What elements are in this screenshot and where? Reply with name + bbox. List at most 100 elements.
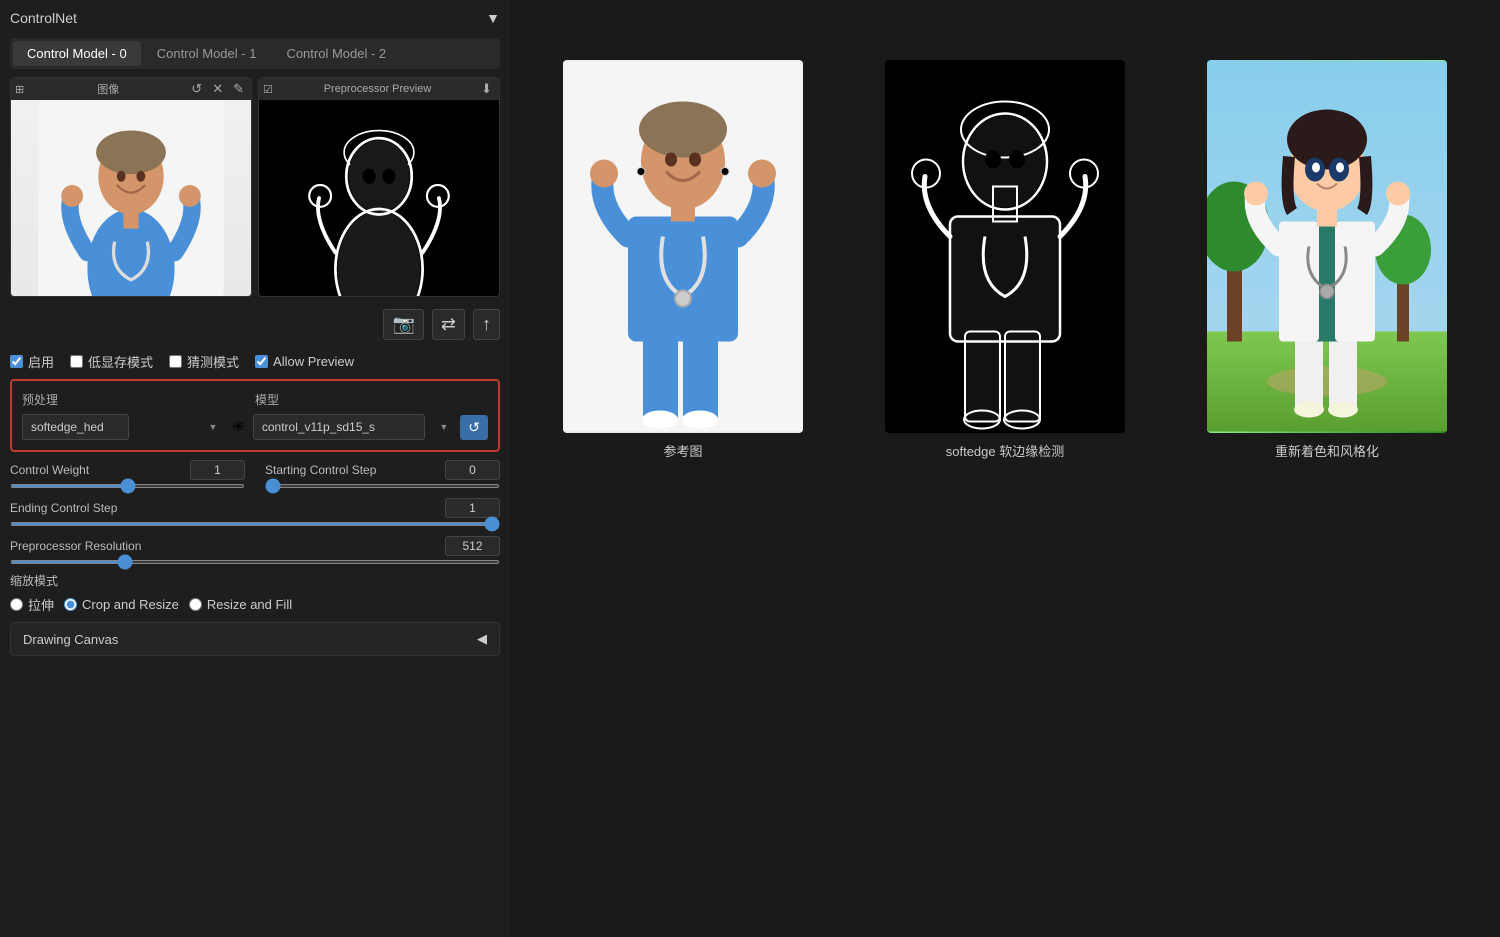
resolution-row: Preprocessor Resolution 512 — [10, 536, 500, 564]
scale-fill-label: Resize and Fill — [207, 597, 292, 612]
edge-svg — [259, 100, 499, 297]
starting-step-label: Starting Control Step — [265, 463, 376, 477]
image-row: ⊞ 图像 ↺ ✕ ✎ — [10, 77, 500, 297]
nurse-svg — [11, 100, 251, 297]
camera-btn[interactable]: 📷 — [383, 309, 423, 340]
result-reference-image — [563, 60, 803, 433]
allow-preview-checkbox[interactable] — [255, 355, 268, 368]
collapse-icon[interactable]: ▼ — [486, 10, 500, 26]
panel-header: ControlNet ▼ — [10, 10, 500, 26]
result-reference-svg — [563, 60, 803, 433]
source-image-header: ⊞ 图像 ↺ ✕ ✎ — [11, 78, 251, 100]
source-image-label: 图像 — [97, 81, 119, 97]
starting-step-item: Starting Control Step 0 — [265, 460, 500, 488]
result-reference-container: 参考图 — [530, 60, 836, 460]
preview-image-header: ☑ Preprocessor Preview ⬇ — [259, 78, 499, 100]
weight-start-pair: Control Weight 1 Starting Control Step 0 — [10, 460, 500, 488]
starting-step-slider[interactable] — [265, 484, 500, 488]
result-reference-caption: 参考图 — [663, 441, 702, 460]
scale-mode-label: 缩放模式 — [10, 572, 500, 589]
scale-fill-item[interactable]: Resize and Fill — [189, 597, 292, 612]
result-edge-image — [885, 60, 1125, 433]
control-weight-slider[interactable] — [10, 484, 245, 488]
scale-stretch-radio[interactable] — [10, 598, 23, 611]
ending-step-slider[interactable] — [10, 522, 500, 526]
preview-image-controls: ⬇ — [478, 80, 495, 98]
result-styled-svg — [1207, 60, 1447, 433]
result-images: 参考图 — [530, 60, 1480, 460]
result-styled-container: 重新着色和风格化 — [1174, 60, 1480, 460]
source-refresh-btn[interactable]: ↺ — [188, 80, 205, 98]
result-edge-container: softedge 软边缘检测 — [852, 60, 1158, 460]
resolution-label: Preprocessor Resolution — [10, 539, 141, 553]
model-select[interactable]: control_v11p_sd15_s control_v11p_sd15_so… — [253, 414, 425, 440]
model-section-label: 模型 — [255, 391, 488, 408]
resolution-slider[interactable] — [10, 560, 500, 564]
source-image-box: ⊞ 图像 ↺ ✕ ✎ — [10, 77, 252, 297]
drawing-canvas-section[interactable]: Drawing Canvas ◀ — [10, 622, 500, 656]
tab-model-2[interactable]: Control Model - 2 — [272, 41, 400, 66]
resolution-header: Preprocessor Resolution 512 — [10, 536, 500, 556]
drawing-canvas-arrow: ◀ — [477, 631, 487, 647]
enable-checkbox[interactable] — [10, 355, 23, 368]
tab-model-1[interactable]: Control Model - 1 — [143, 41, 271, 66]
enable-checkbox-item[interactable]: 启用 — [10, 352, 54, 371]
preview-image-box: ☑ Preprocessor Preview ⬇ — [258, 77, 500, 297]
low-vram-checkbox-item[interactable]: 低显存模式 — [70, 352, 153, 371]
sliders-section: Control Weight 1 Starting Control Step 0… — [10, 460, 500, 564]
ending-step-label: Ending Control Step — [10, 501, 117, 515]
fire-btn[interactable]: ✳ — [229, 415, 246, 439]
drawing-canvas-label: Drawing Canvas — [23, 632, 118, 647]
action-row: 📷 ⇄ ↑ — [10, 305, 500, 344]
preview-image-label: Preprocessor Preview — [324, 83, 432, 95]
enable-label: 启用 — [28, 352, 54, 371]
scale-fill-radio[interactable] — [189, 598, 202, 611]
preprocessor-section-label: 预处理 — [22, 391, 255, 408]
model-refresh-btn[interactable]: ↺ — [460, 415, 488, 440]
source-close-btn[interactable]: ✕ — [209, 80, 226, 98]
control-weight-label: Control Weight — [10, 463, 89, 477]
preprocessor-model-section: 预处理 模型 softedge_hed softedge_pidinet non… — [10, 379, 500, 452]
left-panel: ControlNet ▼ Control Model - 0 Control M… — [0, 0, 510, 937]
source-image-icon: ⊞ — [15, 83, 24, 96]
upload-btn[interactable]: ↑ — [473, 309, 500, 340]
scale-crop-item[interactable]: Crop and Resize — [64, 597, 179, 612]
tab-bar: Control Model - 0 Control Model - 1 Cont… — [10, 38, 500, 69]
allow-preview-checkbox-item[interactable]: Allow Preview — [255, 354, 354, 369]
starting-step-header: Starting Control Step 0 — [265, 460, 500, 480]
result-edge-caption: softedge 软边缘检测 — [946, 441, 1065, 460]
panel-title: ControlNet — [10, 10, 77, 26]
low-vram-checkbox[interactable] — [70, 355, 83, 368]
tab-model-0[interactable]: Control Model - 0 — [13, 41, 141, 66]
preprocessor-select[interactable]: softedge_hed softedge_pidinet none — [22, 414, 129, 440]
preprocessor-dropdown-wrapper: softedge_hed softedge_pidinet none — [22, 414, 223, 440]
allow-preview-label: Allow Preview — [273, 354, 354, 369]
guess-mode-checkbox-item[interactable]: 猜测模式 — [169, 352, 239, 371]
guess-mode-checkbox[interactable] — [169, 355, 182, 368]
resolution-value: 512 — [445, 536, 500, 556]
scale-stretch-label: 拉伸 — [28, 595, 54, 614]
swap-btn[interactable]: ⇄ — [432, 309, 465, 340]
source-image-content — [11, 100, 251, 297]
low-vram-label: 低显存模式 — [88, 352, 153, 371]
pm-labels: 预处理 模型 — [22, 391, 488, 408]
preview-checkbox: ☑ — [263, 83, 273, 96]
ending-step-row: Ending Control Step 1 — [10, 498, 500, 526]
scale-crop-radio[interactable] — [64, 598, 77, 611]
preview-download-btn[interactable]: ⬇ — [478, 80, 495, 98]
options-row: 启用 低显存模式 猜测模式 Allow Preview — [10, 352, 500, 371]
model-dropdown-wrapper: control_v11p_sd15_s control_v11p_sd15_so… — [253, 414, 454, 440]
ending-step-header: Ending Control Step 1 — [10, 498, 500, 518]
starting-step-value: 0 — [445, 460, 500, 480]
preview-image-content — [259, 100, 499, 297]
result-edge-svg — [885, 60, 1125, 433]
control-weight-header: Control Weight 1 — [10, 460, 245, 480]
source-edit-btn[interactable]: ✎ — [230, 80, 247, 98]
scale-section: 缩放模式 拉伸 Crop and Resize Resize and Fill — [10, 572, 500, 614]
control-weight-value: 1 — [190, 460, 245, 480]
source-image-controls: ↺ ✕ ✎ — [188, 80, 247, 98]
scale-mode-radio-group: 拉伸 Crop and Resize Resize and Fill — [10, 595, 500, 614]
right-panel: 参考图 — [510, 0, 1500, 937]
result-styled-caption: 重新着色和风格化 — [1275, 441, 1379, 460]
scale-stretch-item[interactable]: 拉伸 — [10, 595, 54, 614]
